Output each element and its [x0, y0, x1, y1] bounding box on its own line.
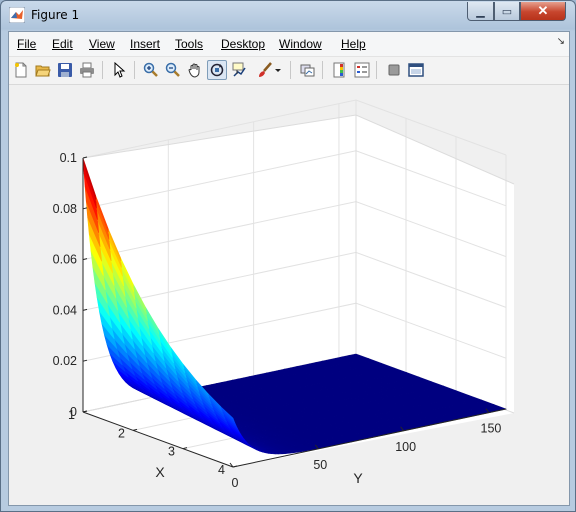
data-cursor-icon: [232, 62, 246, 77]
x-tick-label: 2: [118, 426, 125, 440]
close-icon: ✕: [537, 3, 549, 18]
show-plot-tools-button[interactable]: [406, 60, 426, 80]
y-axis-label: Y: [353, 470, 363, 486]
menu-insert[interactable]: Insert: [130, 37, 160, 51]
y-tick-label: 0: [232, 476, 239, 490]
pointer-button[interactable]: [109, 60, 129, 80]
link-plot-icon: [300, 64, 315, 77]
menu-view[interactable]: View: [89, 37, 115, 51]
x-tick-label: 3: [168, 445, 175, 459]
menu-file[interactable]: File: [17, 37, 36, 51]
y-tick-label: 100: [395, 440, 416, 454]
surface-plot[interactable]: 00.020.040.060.080.1 1234 050100150 X Y: [9, 85, 569, 505]
z-tick-label: 0.08: [53, 202, 77, 216]
pan-button[interactable]: [185, 60, 205, 80]
new-figure-button[interactable]: [11, 60, 31, 80]
minimize-icon: ▁: [476, 5, 485, 18]
brush-dropdown-icon: [275, 69, 281, 72]
rotate-3d-button[interactable]: [207, 60, 227, 80]
maximize-button[interactable]: ▭: [494, 2, 520, 21]
menu-help[interactable]: Help: [341, 37, 366, 51]
figure-toolbar: [9, 57, 569, 85]
print-button[interactable]: [77, 60, 97, 80]
open-file-button[interactable]: [33, 60, 53, 80]
colorbar-button[interactable]: [330, 60, 350, 80]
zoom-out-icon: [165, 62, 180, 77]
zoom-in-icon: [143, 62, 158, 77]
colorbar-icon: [333, 62, 345, 78]
close-button[interactable]: ✕: [520, 2, 566, 21]
z-tick-label: 0.02: [53, 354, 77, 368]
z-tick-label: 0.1: [60, 151, 77, 165]
menu-window[interactable]: Window: [279, 37, 322, 51]
menu-edit[interactable]: Edit: [52, 37, 73, 51]
toolbar-separator: [290, 61, 291, 79]
zoom-out-button[interactable]: [163, 60, 183, 80]
link-plot-button[interactable]: [298, 60, 318, 80]
open-file-icon: [35, 65, 51, 77]
figure-canvas[interactable]: 0 0.02 0.04 0.06 0.08 0.1 1234 0 50 100 150 X Y: [9, 85, 569, 505]
rotate-3d-icon: [210, 63, 224, 77]
pan-icon: [188, 63, 200, 78]
figure-client: File Edit View Insert Tools Desktop Wind…: [8, 31, 570, 506]
data-cursor-button[interactable]: [229, 60, 249, 80]
z-tick-label: 0.04: [53, 303, 77, 317]
menu-desktop[interactable]: Desktop: [221, 37, 265, 51]
print-icon: [80, 62, 94, 78]
legend-icon: [354, 62, 370, 78]
menu-bar: File Edit View Insert Tools Desktop Wind…: [9, 32, 569, 57]
toolbar-separator: [102, 61, 103, 79]
z-tick-label: 0.06: [53, 253, 77, 267]
matlab-logo-icon: [9, 7, 25, 23]
minimize-button[interactable]: ▁: [467, 2, 494, 21]
hide-plot-tools-button[interactable]: [384, 60, 404, 80]
x-axis-label: X: [155, 464, 165, 480]
figure-window: Figure 1 ▁ ▭ ✕ File Edit View Insert Too…: [0, 0, 576, 512]
x-tick-label: 4: [218, 463, 225, 477]
legend-button[interactable]: [352, 60, 372, 80]
save-icon: [58, 63, 72, 77]
toolbar-separator: [376, 61, 377, 79]
y-tick-label: 150: [481, 422, 502, 436]
zoom-in-button[interactable]: [141, 60, 161, 80]
y-tick-label: 50: [313, 458, 327, 472]
hide-plot-tools-icon: [388, 64, 400, 76]
z-axis-ticks: 00.020.040.060.080.1: [53, 151, 88, 419]
maximize-icon: ▭: [501, 5, 513, 18]
show-plot-tools-icon: [408, 63, 424, 77]
save-button[interactable]: [55, 60, 75, 80]
new-figure-icon: [15, 62, 27, 78]
window-title: Figure 1: [31, 8, 80, 22]
menu-tools[interactable]: Tools: [175, 37, 203, 51]
pointer-icon: [114, 62, 126, 78]
toolbar-separator: [322, 61, 323, 79]
brush-icon: [259, 62, 272, 77]
dock-arrow-icon[interactable]: ↘: [557, 36, 565, 47]
brush-dropdown[interactable]: [273, 60, 283, 80]
toolbar-separator: [134, 61, 135, 79]
brush-button[interactable]: [255, 60, 275, 80]
x-tick-label: 1: [68, 408, 75, 422]
title-bar[interactable]: Figure 1 ▁ ▭ ✕: [1, 1, 575, 31]
